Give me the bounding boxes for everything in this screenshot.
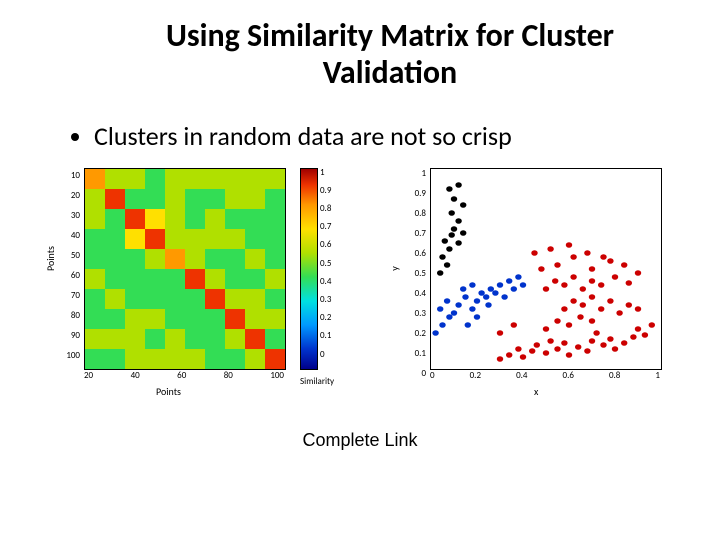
tick: 0 xyxy=(430,370,435,381)
bullet-item: Clusters in random data are not so crisp xyxy=(94,120,700,152)
tick: 0.8 xyxy=(320,200,331,218)
tick: 0.4 xyxy=(406,284,426,304)
figure-row: Points 10 20 30 40 50 60 70 80 90 100 20… xyxy=(46,162,720,392)
tick: 1 xyxy=(406,164,426,184)
tick: 0.6 xyxy=(320,236,331,254)
tick: 100 xyxy=(270,370,284,381)
tick: 0 xyxy=(320,346,331,364)
slide: Using Similarity Matrix for Cluster Vali… xyxy=(0,18,720,558)
tick: 0.3 xyxy=(320,291,331,309)
tick: 0.2 xyxy=(320,309,331,327)
tick: 0.9 xyxy=(320,182,331,200)
tick: 0.1 xyxy=(406,344,426,364)
tick: 90 xyxy=(62,326,80,346)
scatter-xticks: 0 0.2 0.4 0.6 0.8 1 xyxy=(430,370,660,381)
tick: 60 xyxy=(62,266,80,286)
tick: 40 xyxy=(62,226,80,246)
tick: 0 xyxy=(406,364,426,384)
tick: 0.2 xyxy=(406,324,426,344)
tick: 60 xyxy=(177,370,186,381)
tick: 0.7 xyxy=(320,218,331,236)
tick: 0.9 xyxy=(406,184,426,204)
tick: 0.5 xyxy=(320,255,331,273)
tick: 50 xyxy=(62,246,80,266)
heatmap-grid xyxy=(84,168,286,370)
tick: 80 xyxy=(224,370,233,381)
heatmap-xticks: 20 40 60 80 100 xyxy=(84,370,284,381)
tick: 0.8 xyxy=(609,370,620,381)
tick: 0.8 xyxy=(406,204,426,224)
tick: 10 xyxy=(62,166,80,186)
heatmap-yticks: 10 20 30 40 50 60 70 80 90 100 xyxy=(62,166,80,366)
tick: 0.6 xyxy=(406,244,426,264)
figure-caption: Complete Link xyxy=(0,430,720,451)
colorbar-ticks: 1 0.9 0.8 0.7 0.6 0.5 0.4 0.3 0.2 0.1 0 xyxy=(320,164,331,364)
bullet-list: Clusters in random data are not so crisp xyxy=(36,120,700,152)
tick: 0.5 xyxy=(406,264,426,284)
tick: 0.4 xyxy=(516,370,527,381)
scatter-yticks: 1 0.9 0.8 0.7 0.6 0.5 0.4 0.3 0.2 0.1 0 xyxy=(406,164,426,384)
scatter-plot xyxy=(430,168,662,370)
colorbar xyxy=(300,168,318,370)
scatter-xlabel: x xyxy=(534,385,538,398)
tick: 1 xyxy=(655,370,660,381)
tick: 20 xyxy=(84,370,93,381)
tick: 80 xyxy=(62,306,80,326)
tick: 40 xyxy=(131,370,140,381)
tick: 0.1 xyxy=(320,327,331,345)
tick: 20 xyxy=(62,186,80,206)
scatter-ylabel: y xyxy=(388,266,401,271)
tick: 70 xyxy=(62,286,80,306)
tick: 0.4 xyxy=(320,273,331,291)
scatter-figure: y 1 0.9 0.8 0.7 0.6 0.5 0.4 0.3 0.2 0.1 … xyxy=(394,162,674,392)
tick: 100 xyxy=(62,346,80,366)
heatmap-xlabel: Points xyxy=(156,385,181,398)
slide-title: Using Similarity Matrix for Cluster Vali… xyxy=(120,18,660,92)
colorbar-label: Similarity xyxy=(300,376,334,387)
tick: 30 xyxy=(62,206,80,226)
heatmap-ylabel: Points xyxy=(44,246,57,271)
tick: 1 xyxy=(320,164,331,182)
tick: 0.7 xyxy=(406,224,426,244)
tick: 0.2 xyxy=(470,370,481,381)
heatmap-figure: Points 10 20 30 40 50 60 70 80 90 100 20… xyxy=(46,162,366,392)
tick: 0.3 xyxy=(406,304,426,324)
tick: 0.6 xyxy=(563,370,574,381)
